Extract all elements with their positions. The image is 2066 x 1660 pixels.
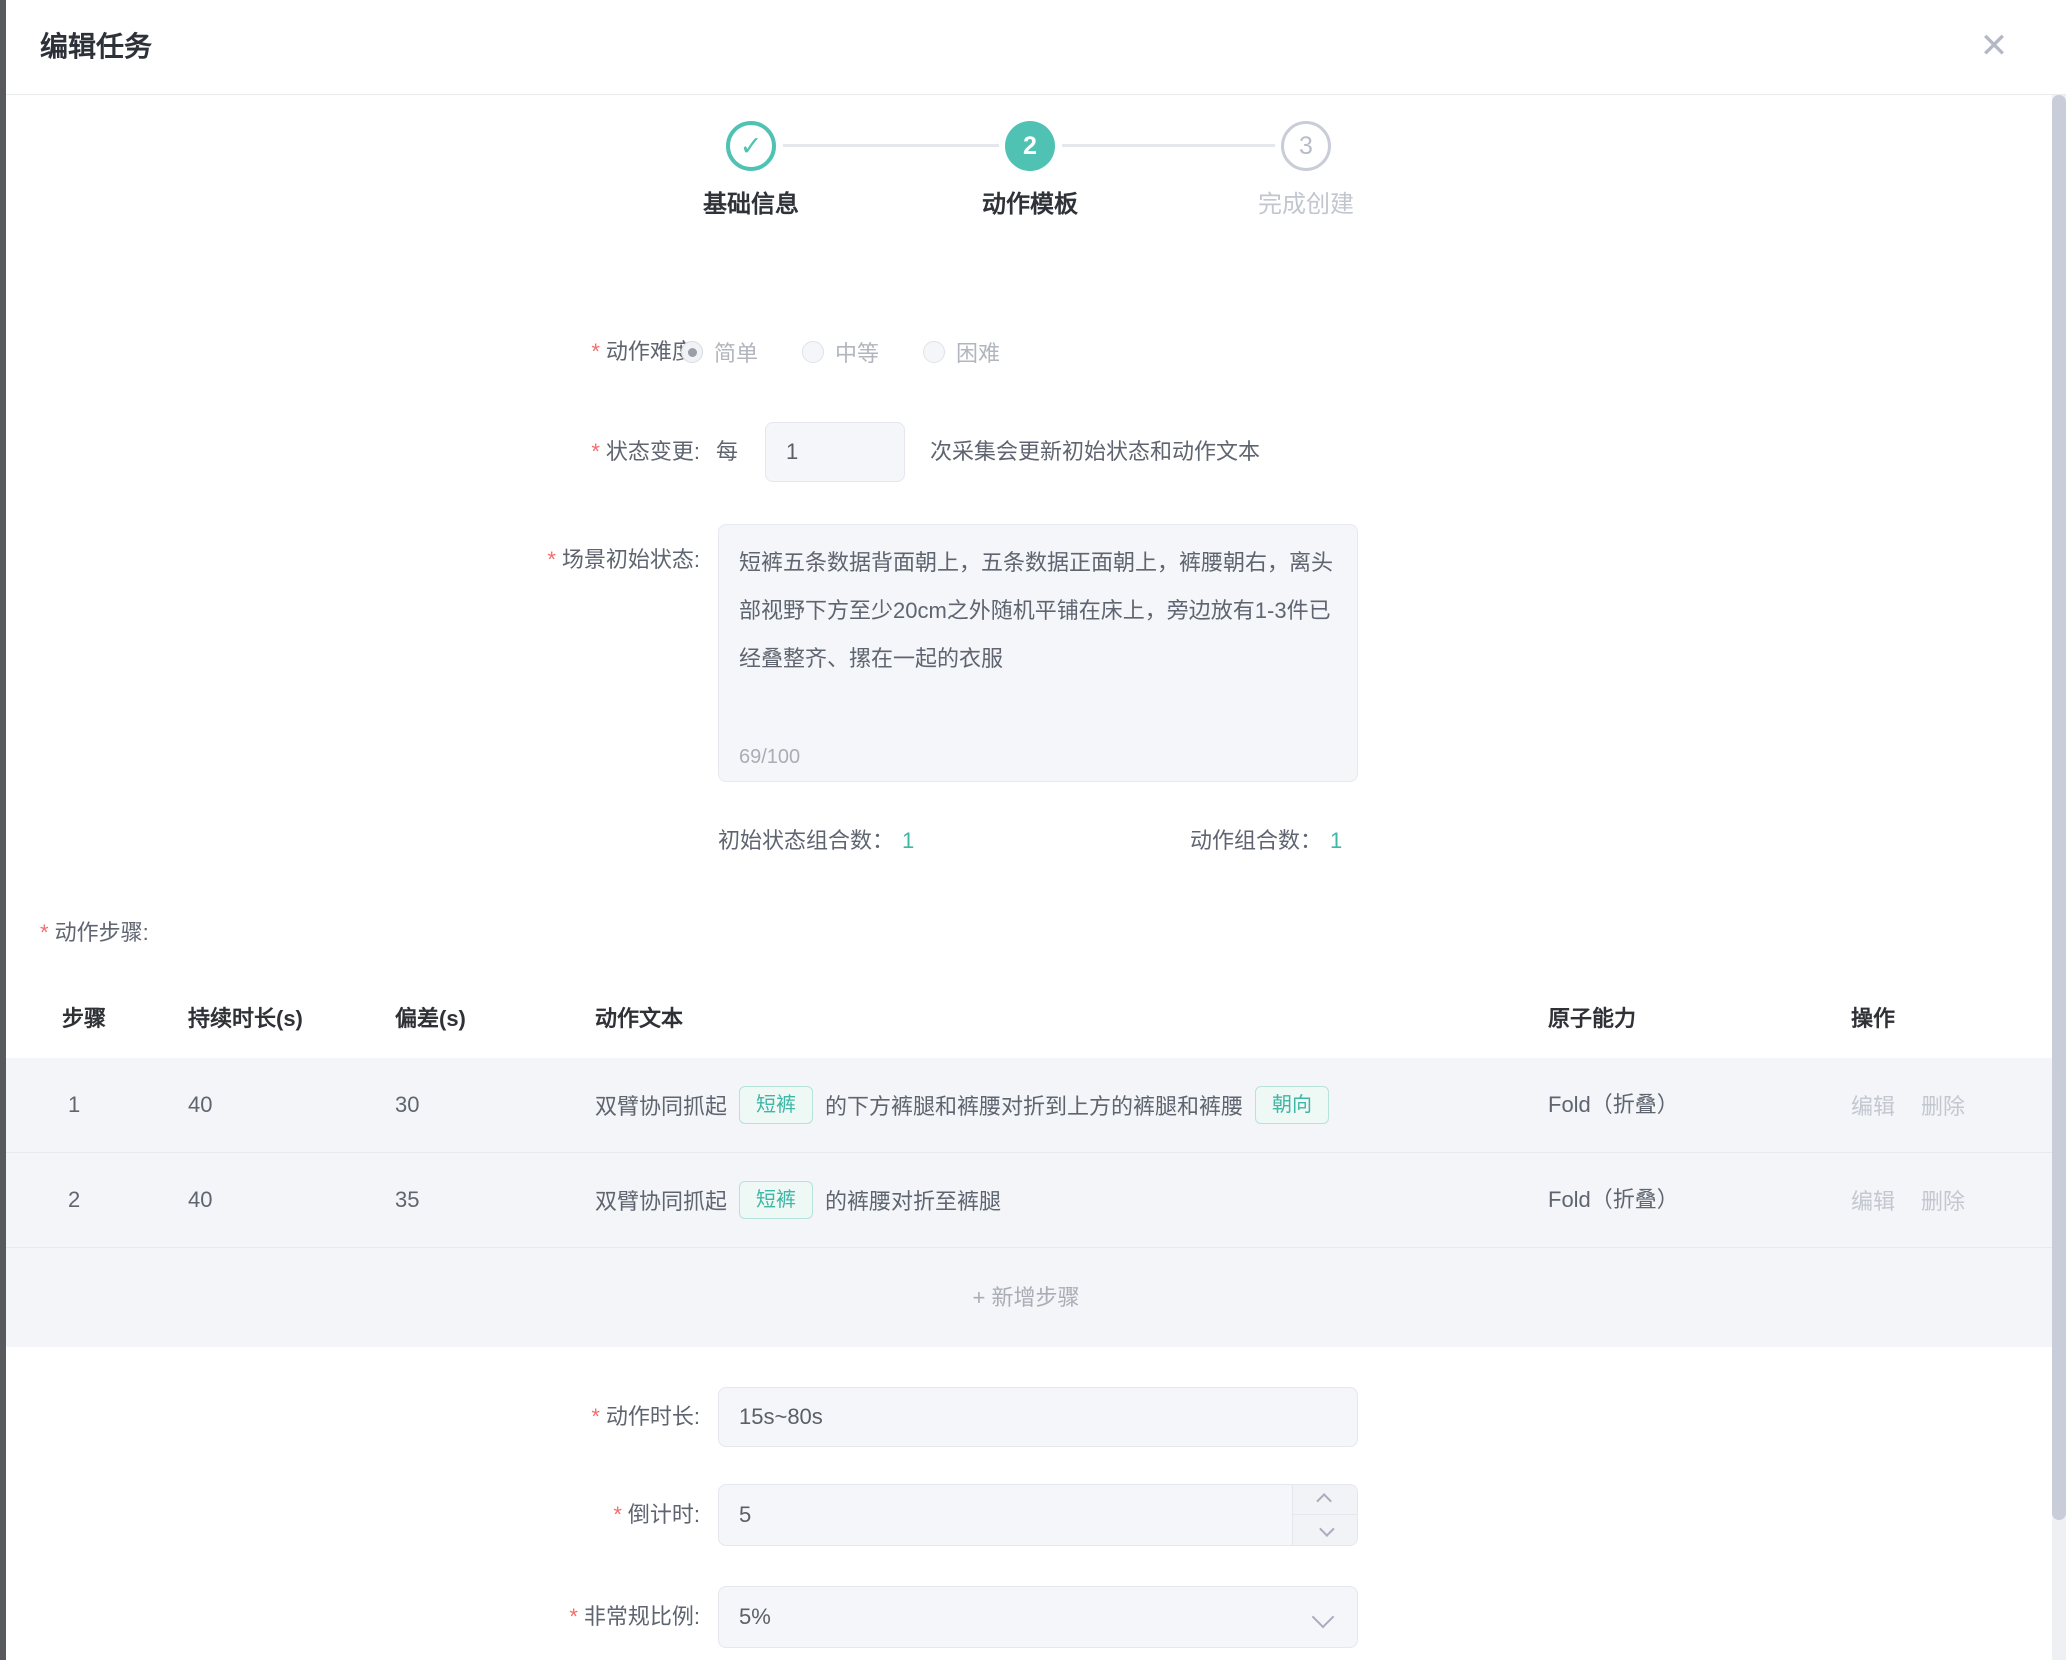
required-mark: * (547, 547, 556, 572)
cell-ability: Fold（折叠） (1548, 1153, 1679, 1247)
check-icon: ✓ (740, 131, 763, 162)
scene-state-textarea[interactable]: 短裤五条数据背面朝上，五条数据正面朝上，裤腰朝右，离头部视野下方至少20cm之外… (718, 524, 1358, 782)
required-mark: * (569, 1604, 578, 1629)
cell-duration: 40 (188, 1058, 212, 1152)
step-3-circle: 3 (1281, 121, 1331, 171)
difficulty-radio-group: 简单 中等 困难 (681, 322, 1000, 382)
delete-button[interactable]: 删除 (1921, 1089, 1965, 1121)
dialog-title: 编辑任务 (40, 0, 152, 94)
object-tag: 短裤 (739, 1181, 813, 1219)
cell-operations: 编辑 删除 (1851, 1058, 1965, 1152)
action-combo-count: 动作组合数：1 (1190, 811, 1342, 871)
header-operations: 操作 (1851, 980, 1895, 1058)
number-stepper (1292, 1485, 1357, 1545)
cell-action-text: 双臂协同抓起 短裤 的下方裤腿和裤腰对折到上方的裤腿和裤腰 朝向 (595, 1058, 1329, 1152)
step-2-circle: 2 (1005, 121, 1055, 171)
table-row: 2 40 35 双臂协同抓起 短裤 的裤腰对折至裤腿 Fold（折叠） 编辑 删… (0, 1153, 2052, 1248)
radio-dot (688, 348, 697, 357)
radio-medium[interactable]: 中等 (802, 336, 879, 368)
cell-deviation: 35 (395, 1153, 419, 1247)
header-duration: 持续时长(s) (188, 980, 303, 1058)
char-counter: 69/100 (739, 745, 800, 769)
required-mark: * (591, 439, 600, 464)
chevron-up-icon (1316, 1493, 1332, 1509)
orientation-tag: 朝向 (1255, 1086, 1329, 1124)
add-step-button[interactable]: + 新增步骤 (0, 1249, 2052, 1347)
edit-button[interactable]: 编辑 (1851, 1184, 1895, 1216)
radio-easy-label: 简单 (714, 336, 758, 368)
header-action-text: 动作文本 (595, 980, 683, 1058)
step-2-number: 2 (1023, 132, 1037, 161)
table-row: 1 40 30 双臂协同抓起 短裤 的下方裤腿和裤腰对折到上方的裤腿和裤腰 朝向… (0, 1058, 2052, 1153)
duration-label: *动作时长: (0, 1387, 700, 1447)
step-1-circle: ✓ (726, 121, 776, 171)
scene-state-text: 短裤五条数据背面朝上，五条数据正面朝上，裤腰朝右，离头部视野下方至少20cm之外… (739, 550, 1333, 671)
scrollbar-thumb[interactable] (2052, 95, 2066, 1520)
chevron-down-icon (1312, 1606, 1335, 1629)
edit-button[interactable]: 编辑 (1851, 1089, 1895, 1121)
radio-medium-label: 中等 (835, 336, 879, 368)
combo-counts-row: 初始状态组合数：1 动作组合数：1 (0, 811, 2066, 871)
cell-operations: 编辑 删除 (1851, 1153, 1965, 1247)
difficulty-label: *动作难度: (0, 322, 700, 382)
difficulty-row: *动作难度: 简单 中等 困难 (0, 322, 2066, 382)
countdown-value: 5 (739, 1502, 751, 1527)
increase-button[interactable] (1293, 1485, 1357, 1515)
required-mark: * (591, 1404, 600, 1429)
required-mark: * (591, 339, 600, 364)
countdown-label: *倒计时: (0, 1484, 700, 1546)
step-2-label: 动作模板 (910, 184, 1150, 219)
cell-ability: Fold（折叠） (1548, 1058, 1679, 1152)
radio-hard-circle[interactable] (923, 341, 945, 363)
radio-hard[interactable]: 困难 (923, 336, 1000, 368)
radio-hard-label: 困难 (956, 336, 1000, 368)
page-edge-strip (0, 0, 6, 1660)
step-3-number: 3 (1299, 132, 1313, 161)
duration-input[interactable]: 15s~80s (718, 1387, 1358, 1447)
steps-table-body: 1 40 30 双臂协同抓起 短裤 的下方裤腿和裤腰对折到上方的裤腿和裤腰 朝向… (0, 1058, 2052, 1347)
state-change-prefix: 每 (716, 422, 738, 482)
unusual-ratio-label: *非常规比例: (0, 1586, 700, 1648)
radio-easy[interactable]: 简单 (681, 336, 758, 368)
cell-action-text: 双臂协同抓起 短裤 的裤腰对折至裤腿 (595, 1153, 1001, 1247)
delete-button[interactable]: 删除 (1921, 1184, 1965, 1216)
state-change-suffix: 次采集会更新初始状态和动作文本 (930, 422, 1260, 482)
cell-step: 2 (68, 1153, 80, 1247)
state-change-label: *状态变更: (0, 422, 700, 482)
unusual-ratio-select[interactable]: 5% (718, 1586, 1358, 1648)
state-change-input[interactable]: 1 (765, 422, 905, 482)
header-ability: 原子能力 (1548, 980, 1636, 1058)
cell-duration: 40 (188, 1153, 212, 1247)
step-3-label: 完成创建 (1186, 184, 1426, 219)
countdown-input[interactable]: 5 (718, 1484, 1358, 1546)
chevron-down-icon (1319, 1521, 1335, 1537)
action-combo-value: 1 (1330, 828, 1342, 853)
header-deviation: 偏差(s) (395, 980, 466, 1058)
state-change-row: *状态变更: 每 1 次采集会更新初始状态和动作文本 (0, 422, 2066, 482)
step-1-label: 基础信息 (631, 184, 871, 219)
steps-table-header: 步骤 持续时长(s) 偏差(s) 动作文本 原子能力 操作 (0, 980, 2052, 1059)
header-step: 步骤 (62, 980, 106, 1058)
initial-combo-count: 初始状态组合数：1 (718, 811, 914, 871)
required-mark: * (40, 920, 49, 945)
required-mark: * (613, 1502, 622, 1527)
step-connector-2 (1062, 144, 1275, 147)
cell-step: 1 (68, 1058, 80, 1152)
scene-state-label: *场景初始状态: (0, 524, 700, 596)
cell-deviation: 30 (395, 1058, 419, 1152)
unusual-ratio-value: 5% (739, 1604, 771, 1629)
edit-task-dialog: 编辑任务 ✕ ✓ 2 3 基础信息 动作模板 完成创建 *动作难度: 简单 中等 (0, 0, 2066, 1660)
step-connector-1 (783, 144, 999, 147)
decrease-button[interactable] (1293, 1515, 1357, 1545)
object-tag: 短裤 (739, 1086, 813, 1124)
initial-combo-value: 1 (902, 828, 914, 853)
radio-easy-circle[interactable] (681, 341, 703, 363)
radio-medium-circle[interactable] (802, 341, 824, 363)
dialog-header: 编辑任务 ✕ (6, 0, 2066, 95)
action-steps-label: *动作步骤: (40, 903, 149, 963)
close-icon[interactable]: ✕ (1972, 24, 2016, 68)
